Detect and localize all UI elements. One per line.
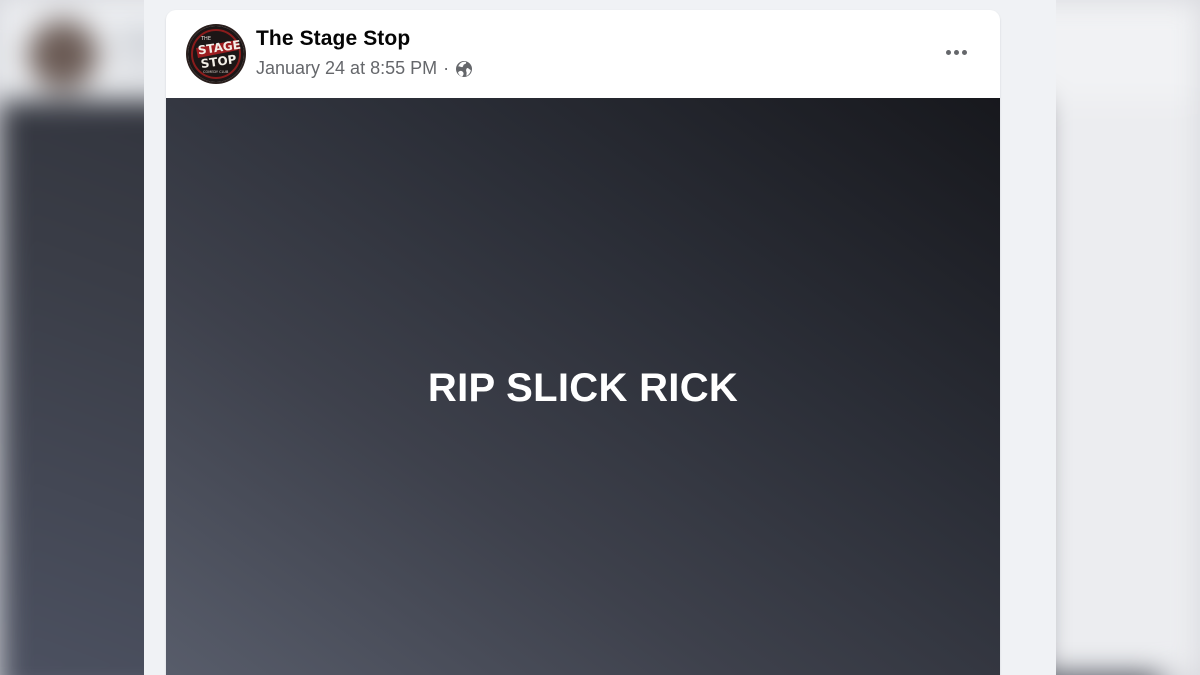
post-text-background: RIP SLICK RICK xyxy=(166,98,1000,675)
more-options-icon-dot xyxy=(953,49,959,55)
more-options-button[interactable] xyxy=(936,36,976,68)
post-card: THE STAGE STOP COMEDY CLUB The Stage Sto… xyxy=(166,10,1000,675)
more-options-icon xyxy=(945,49,951,55)
meta-separator: · xyxy=(443,58,450,78)
globe-icon[interactable] xyxy=(455,60,473,78)
post-timestamp-link[interactable]: January 24 at 8:55 PM xyxy=(256,58,437,79)
post-text: RIP SLICK RICK xyxy=(427,366,739,410)
page-avatar[interactable]: THE STAGE STOP COMEDY CLUB xyxy=(188,26,244,82)
post-header: THE STAGE STOP COMEDY CLUB The Stage Sto… xyxy=(166,10,1000,98)
blurred-avatar xyxy=(28,20,98,90)
svg-text:COMEDY CLUB: COMEDY CLUB xyxy=(203,70,229,74)
more-options-icon-dot xyxy=(961,49,967,55)
blurred-right-edge xyxy=(1040,0,1200,675)
post-meta: January 24 at 8:55 PM · xyxy=(256,58,473,79)
screenshot-stage: THE STAGE STOP COMEDY CLUB The Stage Sto… xyxy=(0,0,1200,675)
page-name-link[interactable]: The Stage Stop xyxy=(256,27,410,51)
stage-stop-logo: THE STAGE STOP COMEDY CLUB xyxy=(189,27,243,81)
